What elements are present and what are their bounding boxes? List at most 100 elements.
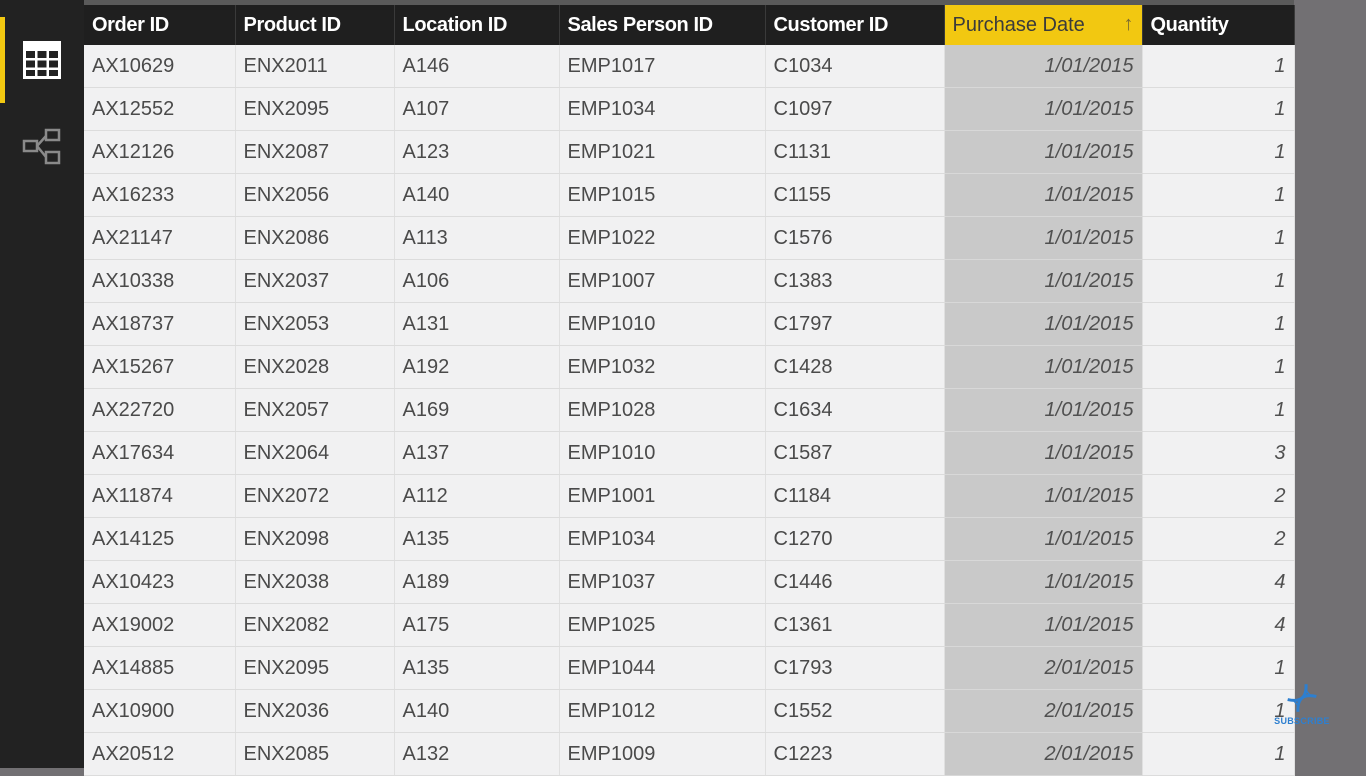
cell-product-id[interactable]: ENX2053 bbox=[235, 302, 395, 346]
cell-sales-person-id[interactable]: EMP1017 bbox=[559, 45, 766, 88]
cell-purchase-date[interactable]: 1/01/2015 bbox=[944, 474, 1143, 518]
cell-purchase-date[interactable]: 1/01/2015 bbox=[944, 45, 1143, 88]
cell-purchase-date[interactable]: 2/01/2015 bbox=[944, 732, 1143, 776]
cell-customer-id[interactable]: C1184 bbox=[765, 474, 945, 518]
cell-location-id[interactable]: A175 bbox=[394, 603, 560, 647]
data-view-button[interactable] bbox=[22, 40, 62, 80]
cell-order-id[interactable]: AX11874 bbox=[84, 474, 236, 518]
cell-customer-id[interactable]: C1270 bbox=[765, 517, 945, 561]
cell-purchase-date[interactable]: 1/01/2015 bbox=[944, 173, 1143, 217]
column-header-sales-person-id[interactable]: Sales Person ID bbox=[559, 5, 766, 45]
column-header-purchase-date[interactable]: Purchase Date ↑ bbox=[944, 5, 1143, 45]
cell-location-id[interactable]: A112 bbox=[394, 474, 560, 518]
cell-location-id[interactable]: A106 bbox=[394, 259, 560, 303]
cell-location-id[interactable]: A132 bbox=[394, 732, 560, 776]
cell-purchase-date[interactable]: 1/01/2015 bbox=[944, 216, 1143, 260]
cell-quantity[interactable]: 2 bbox=[1142, 517, 1295, 561]
cell-order-id[interactable]: AX10900 bbox=[84, 689, 236, 733]
cell-order-id[interactable]: AX12126 bbox=[84, 130, 236, 174]
cell-sales-person-id[interactable]: EMP1009 bbox=[559, 732, 766, 776]
cell-quantity[interactable]: 1 bbox=[1142, 259, 1295, 303]
cell-quantity[interactable]: 1 bbox=[1142, 388, 1295, 432]
cell-location-id[interactable]: A140 bbox=[394, 689, 560, 733]
cell-location-id[interactable]: A135 bbox=[394, 646, 560, 690]
cell-quantity[interactable]: 1 bbox=[1142, 87, 1295, 131]
cell-order-id[interactable]: AX22720 bbox=[84, 388, 236, 432]
cell-sales-person-id[interactable]: EMP1021 bbox=[559, 130, 766, 174]
cell-quantity[interactable]: 3 bbox=[1142, 431, 1295, 475]
cell-product-id[interactable]: ENX2037 bbox=[235, 259, 395, 303]
cell-product-id[interactable]: ENX2086 bbox=[235, 216, 395, 260]
cell-customer-id[interactable]: C1361 bbox=[765, 603, 945, 647]
cell-quantity[interactable]: 1 bbox=[1142, 130, 1295, 174]
cell-quantity[interactable]: 4 bbox=[1142, 560, 1295, 604]
cell-product-id[interactable]: ENX2085 bbox=[235, 732, 395, 776]
column-header-location-id[interactable]: Location ID bbox=[394, 5, 560, 45]
cell-customer-id[interactable]: C1383 bbox=[765, 259, 945, 303]
cell-location-id[interactable]: A146 bbox=[394, 45, 560, 88]
cell-sales-person-id[interactable]: EMP1001 bbox=[559, 474, 766, 518]
cell-location-id[interactable]: A140 bbox=[394, 173, 560, 217]
cell-order-id[interactable]: AX10423 bbox=[84, 560, 236, 604]
cell-quantity[interactable]: 1 bbox=[1142, 345, 1295, 389]
cell-quantity[interactable]: 2 bbox=[1142, 474, 1295, 518]
relationships-view-button[interactable] bbox=[22, 128, 62, 168]
cell-purchase-date[interactable]: 1/01/2015 bbox=[944, 87, 1143, 131]
cell-sales-person-id[interactable]: EMP1034 bbox=[559, 517, 766, 561]
cell-order-id[interactable]: AX10338 bbox=[84, 259, 236, 303]
cell-sales-person-id[interactable]: EMP1010 bbox=[559, 431, 766, 475]
cell-product-id[interactable]: ENX2072 bbox=[235, 474, 395, 518]
cell-quantity[interactable]: 1 bbox=[1142, 302, 1295, 346]
column-header-quantity[interactable]: Quantity bbox=[1142, 5, 1295, 45]
cell-sales-person-id[interactable]: EMP1037 bbox=[559, 560, 766, 604]
cell-order-id[interactable]: AX10629 bbox=[84, 45, 236, 88]
cell-purchase-date[interactable]: 1/01/2015 bbox=[944, 431, 1143, 475]
cell-location-id[interactable]: A123 bbox=[394, 130, 560, 174]
cell-sales-person-id[interactable]: EMP1010 bbox=[559, 302, 766, 346]
cell-sales-person-id[interactable]: EMP1034 bbox=[559, 87, 766, 131]
cell-customer-id[interactable]: C1034 bbox=[765, 45, 945, 88]
cell-product-id[interactable]: ENX2098 bbox=[235, 517, 395, 561]
cell-order-id[interactable]: AX14885 bbox=[84, 646, 236, 690]
cell-quantity[interactable]: 1 bbox=[1142, 173, 1295, 217]
cell-purchase-date[interactable]: 2/01/2015 bbox=[944, 689, 1143, 733]
cell-customer-id[interactable]: C1131 bbox=[765, 130, 945, 174]
cell-purchase-date[interactable]: 1/01/2015 bbox=[944, 603, 1143, 647]
cell-purchase-date[interactable]: 1/01/2015 bbox=[944, 130, 1143, 174]
subscribe-button[interactable]: SUBSCRIBE bbox=[1272, 676, 1332, 728]
cell-order-id[interactable]: AX18737 bbox=[84, 302, 236, 346]
cell-customer-id[interactable]: C1797 bbox=[765, 302, 945, 346]
cell-customer-id[interactable]: C1223 bbox=[765, 732, 945, 776]
cell-location-id[interactable]: A107 bbox=[394, 87, 560, 131]
cell-product-id[interactable]: ENX2057 bbox=[235, 388, 395, 432]
cell-location-id[interactable]: A113 bbox=[394, 216, 560, 260]
column-header-customer-id[interactable]: Customer ID bbox=[765, 5, 945, 45]
cell-customer-id[interactable]: C1428 bbox=[765, 345, 945, 389]
cell-order-id[interactable]: AX12552 bbox=[84, 87, 236, 131]
cell-customer-id[interactable]: C1576 bbox=[765, 216, 945, 260]
cell-location-id[interactable]: A131 bbox=[394, 302, 560, 346]
cell-order-id[interactable]: AX16233 bbox=[84, 173, 236, 217]
cell-quantity[interactable]: 1 bbox=[1142, 216, 1295, 260]
cell-sales-person-id[interactable]: EMP1012 bbox=[559, 689, 766, 733]
cell-product-id[interactable]: ENX2011 bbox=[235, 45, 395, 88]
cell-quantity[interactable]: 1 bbox=[1142, 732, 1295, 776]
cell-location-id[interactable]: A169 bbox=[394, 388, 560, 432]
cell-purchase-date[interactable]: 1/01/2015 bbox=[944, 302, 1143, 346]
cell-customer-id[interactable]: C1587 bbox=[765, 431, 945, 475]
cell-sales-person-id[interactable]: EMP1022 bbox=[559, 216, 766, 260]
cell-sales-person-id[interactable]: EMP1025 bbox=[559, 603, 766, 647]
cell-purchase-date[interactable]: 1/01/2015 bbox=[944, 517, 1143, 561]
cell-product-id[interactable]: ENX2082 bbox=[235, 603, 395, 647]
column-header-order-id[interactable]: Order ID bbox=[84, 5, 236, 45]
cell-customer-id[interactable]: C1446 bbox=[765, 560, 945, 604]
column-header-product-id[interactable]: Product ID bbox=[235, 5, 395, 45]
cell-location-id[interactable]: A192 bbox=[394, 345, 560, 389]
cell-quantity[interactable]: 1 bbox=[1142, 45, 1295, 88]
cell-product-id[interactable]: ENX2038 bbox=[235, 560, 395, 604]
cell-product-id[interactable]: ENX2095 bbox=[235, 87, 395, 131]
cell-product-id[interactable]: ENX2028 bbox=[235, 345, 395, 389]
cell-product-id[interactable]: ENX2095 bbox=[235, 646, 395, 690]
cell-customer-id[interactable]: C1793 bbox=[765, 646, 945, 690]
cell-order-id[interactable]: AX19002 bbox=[84, 603, 236, 647]
